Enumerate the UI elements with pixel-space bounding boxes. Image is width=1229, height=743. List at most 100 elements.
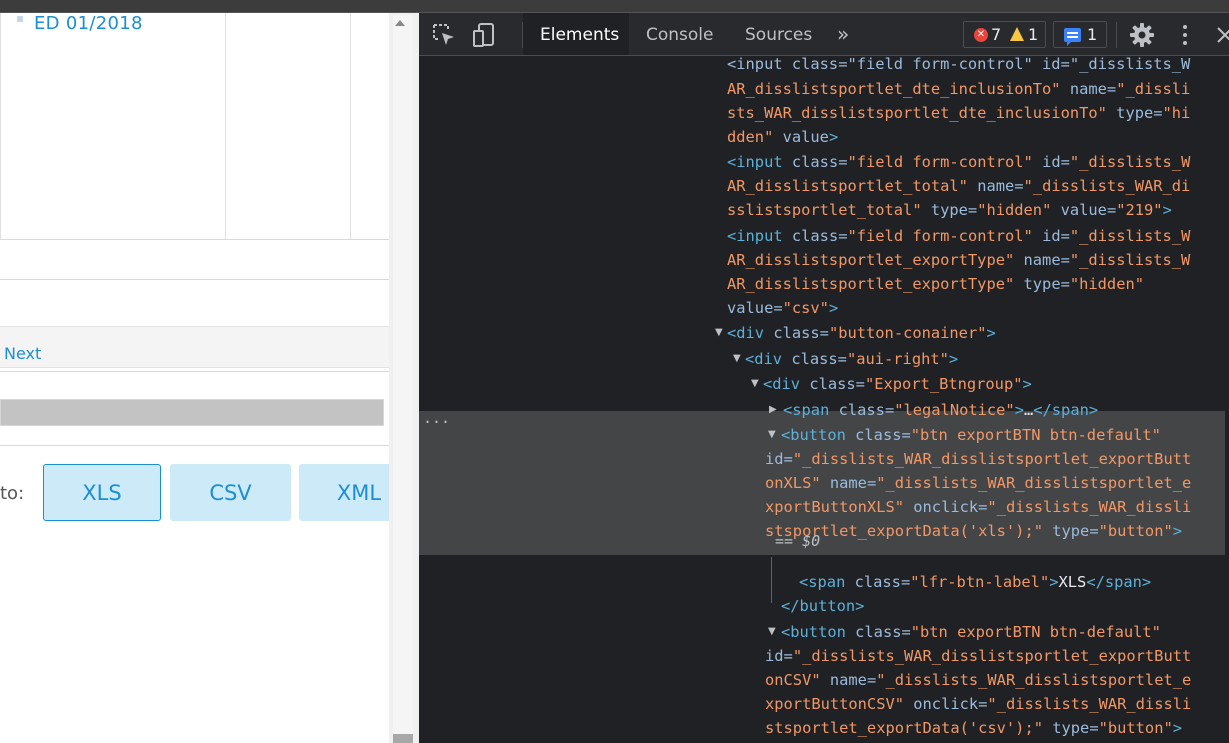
scroll-up-arrow-icon[interactable] [395,20,405,26]
dom-node-line[interactable]: onXLS" name="_disslists_WAR_disslistspor… [765,471,1191,495]
export-xls-button[interactable]: XLS [43,464,161,521]
dom-node-line[interactable]: AR_disslistsportlet_exportType" type="hi… [727,272,1144,296]
node-actions-ellipsis[interactable]: ··· [423,413,450,431]
tab-sources[interactable]: Sources [745,13,812,55]
code-token: class= [800,375,865,393]
dom-node-line[interactable]: sts_WAR_disslistsportlet_dte_inclusionTo… [727,101,1190,125]
export-xml-button[interactable]: XML [299,464,389,521]
code-token: > [1014,401,1024,419]
code-token: xportButtonCSV" [765,695,904,713]
more-options-icon[interactable] [1172,22,1198,48]
dom-node-line[interactable]: xportButtonXLS" onclick="_disslists_WAR_… [765,495,1191,519]
code-token: "_disslists_WAR_di [1023,177,1191,195]
expand-arrow-icon[interactable]: ▼ [733,353,741,364]
code-token: XLS [1058,573,1087,591]
dom-node-line[interactable]: <span class="legalNotice">…</span> [783,398,1098,422]
dom-node-line[interactable]: <div class="aui-right"> [745,347,958,371]
code-token: stsportlet_exportData('csv');" [765,719,1043,737]
expand-arrow-icon[interactable]: ▼ [715,327,723,338]
scrollbar-thumb[interactable] [393,734,413,743]
horizontal-scrollbar[interactable] [0,399,384,426]
dom-node-line[interactable]: <input class="field form-control" id="_d… [727,150,1190,174]
code-token: "hidden" [977,201,1052,219]
dom-node-line[interactable]: <div class="button-conainer"> [727,321,996,345]
code-token: name= [967,177,1024,195]
dom-node-line[interactable]: AR_disslistsportlet_exportType" name="_d… [727,248,1190,272]
code-token: <button [781,426,846,444]
dom-node-line[interactable]: <input class="field form-control" id="_d… [727,57,1190,76]
dom-node-line[interactable]: <button class="btn exportBTN btn-default… [781,423,1161,447]
issues-counter[interactable]: ✕ 7 1 [963,21,1046,48]
expand-arrow-icon[interactable]: ▼ [768,429,776,440]
dom-node-line[interactable]: onCSV" name="_disslists_WAR_disslistspor… [765,668,1191,692]
tab-console[interactable]: Console [646,13,714,55]
code-token: "219" [1116,201,1163,219]
window-top-strip [0,0,1229,13]
code-token: "hi [1162,104,1191,122]
code-token: value [773,128,829,146]
code-token: class= [845,623,911,641]
settings-gear-icon[interactable] [1129,22,1155,48]
elements-tree: ··· == $0 <input class="field form-contr… [419,57,1229,743]
code-token: "hidden" [1069,275,1144,293]
code-token: "_disslists_WAR_dissli [987,498,1192,516]
code-token: onclick= [904,695,988,713]
dom-node-line[interactable]: value="csv"> [727,296,838,320]
message-icon [1064,28,1081,46]
code-token: "_disslists_WAR_disslistsportlet_e [876,474,1192,492]
collapsed-arrow-icon[interactable]: ▶ [769,404,777,415]
dom-node-line[interactable]: sslistsportlet_total" type="hidden" valu… [727,198,1172,222]
more-tabs-icon[interactable]: » [837,13,849,55]
vertical-scrollbar[interactable] [389,13,419,743]
indent-guide [771,557,772,603]
dom-node-line[interactable]: stsportlet_exportData('csv');" type="but… [765,716,1182,740]
code-token: class= [845,426,911,444]
pagination-bar [0,326,389,368]
dom-node-line[interactable]: dden" value> [727,125,838,149]
dom-node-line[interactable]: <span class="lfr-btn-label">XLS</span> [799,570,1151,594]
code-token: id= [1032,227,1070,245]
code-token: "Export_Btngroup" [864,375,1023,393]
code-token: "csv" [782,299,829,317]
code-token: sslistsportlet_total" [727,201,922,219]
code-token: "_disslists_WAR_dissli [987,695,1192,713]
close-devtools-icon[interactable] [1212,22,1229,48]
code-token: class= [845,573,911,591]
divider [0,239,389,240]
export-csv-button[interactable]: CSV [170,464,291,521]
tab-elements[interactable]: Elements [523,13,629,55]
dom-node-line[interactable]: <input class="field form-control" id="_d… [727,224,1190,248]
code-token: "legalNotice" [894,401,1015,419]
code-token: > [948,350,959,368]
dom-node-line[interactable]: AR_disslistsportlet_total" name="_dissli… [727,174,1190,198]
expand-arrow-icon[interactable]: ▼ [751,378,759,389]
dom-node-line[interactable]: stsportlet_exportData('xls');" type="but… [765,519,1182,543]
code-token: "_disslists_WAR_disslistsportlet_e [876,671,1192,689]
code-token: "button-conainer" [828,324,987,342]
message-count: 1 [1087,25,1098,44]
dom-node-line[interactable]: xportButtonCSV" onclick="_disslists_WAR_… [765,692,1191,716]
expand-arrow-icon[interactable]: ▼ [768,626,776,637]
table-border-left [0,13,1,239]
messages-counter[interactable]: 1 [1053,21,1107,48]
dom-node-line[interactable]: </button> [781,594,864,618]
code-token: stsportlet_exportData('xls');" [765,522,1043,540]
dom-node-line[interactable]: AR_disslistsportlet_dte_inclusionTo" nam… [727,77,1190,101]
dom-node-line[interactable]: id="_disslists_WAR_disslistsportlet_expo… [765,644,1191,668]
dom-node-line[interactable]: id="_disslists_WAR_disslistsportlet_expo… [765,447,1191,471]
devtools-panel: Elements Console Sources » ✕ 7 1 1 ··· =… [419,13,1229,743]
list-item-link[interactable]: ED 01/2018 [34,13,143,34]
dom-node-line[interactable]: <button class="btn exportBTN btn-default… [781,620,1161,644]
web-page-viewport: ED 01/2018 Next to: XLS CSV XML [0,13,389,743]
dom-node-line[interactable]: <div class="Export_Btngroup"> [763,372,1032,396]
code-token: value= [727,299,783,317]
code-token: "btn exportBTN btn-default" [910,426,1161,444]
code-token: name= [820,474,877,492]
next-page-link[interactable]: Next [4,344,41,363]
error-count: 7 [991,25,1002,44]
inspect-element-icon[interactable] [431,22,457,48]
device-toolbar-icon[interactable] [471,22,497,48]
export-label: to: [0,483,25,504]
code-token: > [1049,573,1059,591]
error-icon: ✕ [974,28,988,42]
